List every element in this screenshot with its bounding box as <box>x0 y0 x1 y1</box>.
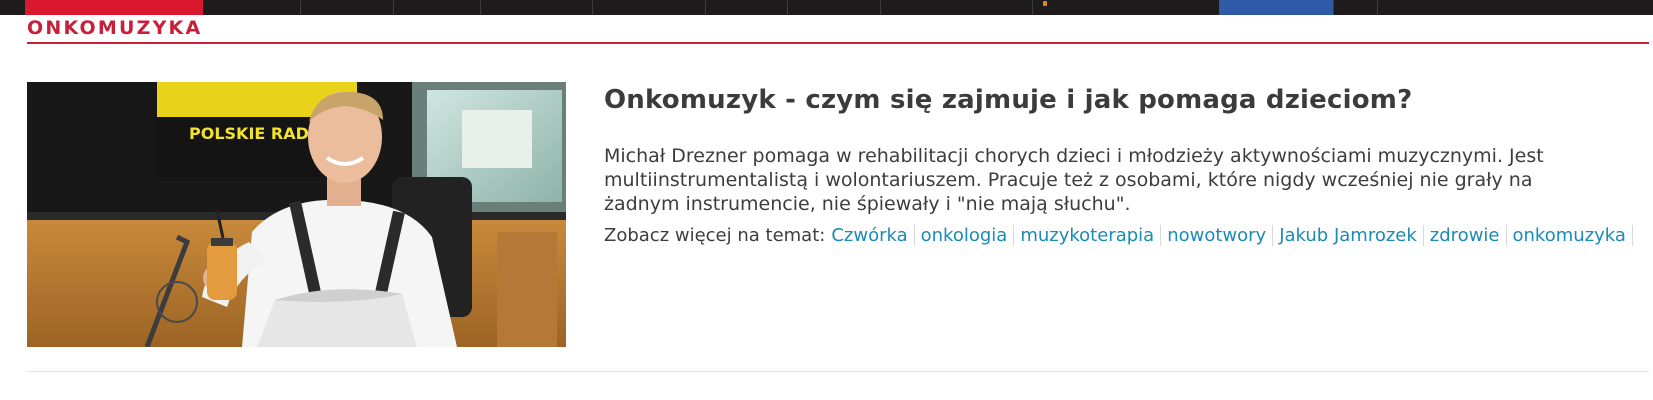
studio-photo: POLSKIE RADIO <box>27 82 566 347</box>
section-divider <box>27 42 1649 44</box>
nav-item[interactable] <box>480 0 481 15</box>
related-tags: Zobacz więcej na temat: Czwórka onkologia m… <box>604 224 1633 248</box>
tag-link-czworka[interactable]: Czwórka <box>831 225 915 246</box>
tags-label: Zobacz więcej na temat: <box>604 225 826 246</box>
nav-item[interactable] <box>393 0 394 15</box>
article-divider <box>27 371 1649 372</box>
nav-item[interactable] <box>1377 0 1378 15</box>
nav-item[interactable] <box>1333 0 1334 15</box>
article-thumbnail[interactable]: POLSKIE RADIO <box>27 82 566 347</box>
nav-item-active[interactable] <box>25 0 203 15</box>
article-content: Onkomuzyk - czym się zajmuje i jak pomag… <box>604 82 1633 248</box>
nav-item[interactable] <box>592 0 593 15</box>
article-title[interactable]: Onkomuzyk - czym się zajmuje i jak pomag… <box>604 83 1604 117</box>
section-header: ONKOMUZYKA <box>27 16 1649 46</box>
nav-item[interactable] <box>787 0 788 15</box>
article-lead: Michał Drezner pomaga w rehabilitacji ch… <box>604 145 1544 215</box>
nav-item-highlighted[interactable] <box>1219 0 1333 15</box>
nav-item[interactable] <box>705 0 706 15</box>
nav-item[interactable] <box>300 0 301 15</box>
tag-link-zdrowie[interactable]: zdrowie <box>1423 225 1507 246</box>
nav-indicator-icon <box>1043 1 1047 6</box>
tag-link-onkologia[interactable]: onkologia <box>914 225 1015 246</box>
article-teaser: POLSKIE RADIO Onkomuzyk - czym się zajmu… <box>27 82 1649 347</box>
tag-link-nowotwory[interactable]: nowotwory <box>1161 225 1274 246</box>
sign-text: POLSKIE RADIO <box>189 124 328 143</box>
tag-link-muzykoterapia[interactable]: muzykoterapia <box>1014 225 1162 246</box>
nav-item[interactable] <box>1032 0 1033 15</box>
top-navigation-bar <box>0 0 1653 15</box>
tag-link-jakub-jamrozek[interactable]: Jakub Jamrozek <box>1273 225 1424 246</box>
nav-item[interactable] <box>880 0 881 15</box>
section-title[interactable]: ONKOMUZYKA <box>27 16 202 40</box>
tag-link-onkomuzyka[interactable]: onkomuzyka <box>1506 225 1633 246</box>
